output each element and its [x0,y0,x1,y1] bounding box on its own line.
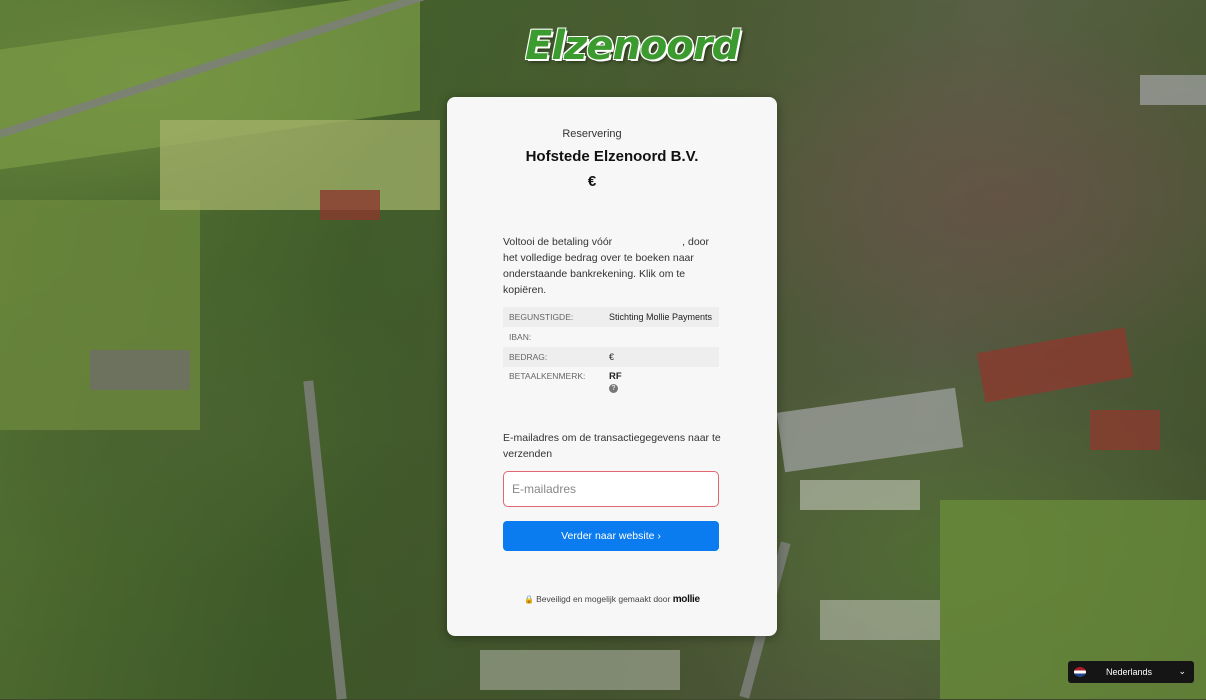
netherlands-flag-icon [1074,667,1086,677]
building [320,190,380,220]
payment-instructions: Voltooi de betaling vóór, door het volle… [503,234,723,298]
payment-amount: € [587,173,597,190]
detail-row-beneficiary[interactable]: BEGUNSTIGDE: Stichting Mollie Payments [503,307,719,327]
tents [820,600,940,640]
detail-value[interactable] [603,327,719,347]
detail-key: BEDRAG: [503,347,603,367]
tents [480,650,680,690]
detail-key: BEGUNSTIGDE: [503,307,603,327]
help-icon[interactable]: ? [609,384,618,393]
instructions-text-1: Voltooi de betaling vóór [503,236,613,248]
continue-to-website-button[interactable]: Verder naar website › [503,521,719,551]
building [90,350,190,390]
detail-row-amount[interactable]: BEDRAG: € [503,347,719,367]
detail-row-reference[interactable]: BETAALKENMERK: RF ? [503,367,719,396]
language-label: Nederlands [1106,667,1153,677]
tents [800,480,920,510]
building [976,327,1134,403]
road-vertical [303,380,347,700]
detail-value-reference[interactable]: RF ? [603,367,719,396]
merchant-name: Hofstede Elzenoord B.V. [525,148,699,165]
field-left [0,200,200,430]
building [1140,75,1206,105]
email-input[interactable] [503,471,719,507]
mollie-logo: mollie [672,594,700,605]
building [1090,410,1160,450]
detail-value[interactable]: € [603,347,719,367]
email-label: E-mailadres om de transactiegegevens naa… [503,432,721,460]
bank-details-table: BEGUNSTIGDE: Stichting Mollie Payments I… [503,307,719,396]
language-selector[interactable]: Nederlands ⌄ [1068,661,1194,683]
reference-value[interactable]: RF [609,371,713,382]
detail-value[interactable]: Stichting Mollie Payments [603,307,719,327]
elzenoord-logo: Elzenoord [525,23,740,69]
lock-icon: 🔒 [524,595,535,604]
field-center [160,120,440,210]
reservation-label: Reservering [562,128,622,140]
detail-key: BETAALKENMERK: [509,371,586,381]
detail-row-iban[interactable]: IBAN: [503,327,719,347]
building [776,387,964,473]
detail-key: IBAN: [509,332,532,342]
payment-card: Reservering Hofstede Elzenoord B.V. € Vo… [447,97,777,636]
secured-footer: 🔒 Beveiligd en mogelijk gemaakt door moll… [447,594,777,605]
footer-text: Beveiligd en mogelijk gemaakt door [536,594,671,604]
chevron-down-icon: ⌄ [1178,666,1186,676]
